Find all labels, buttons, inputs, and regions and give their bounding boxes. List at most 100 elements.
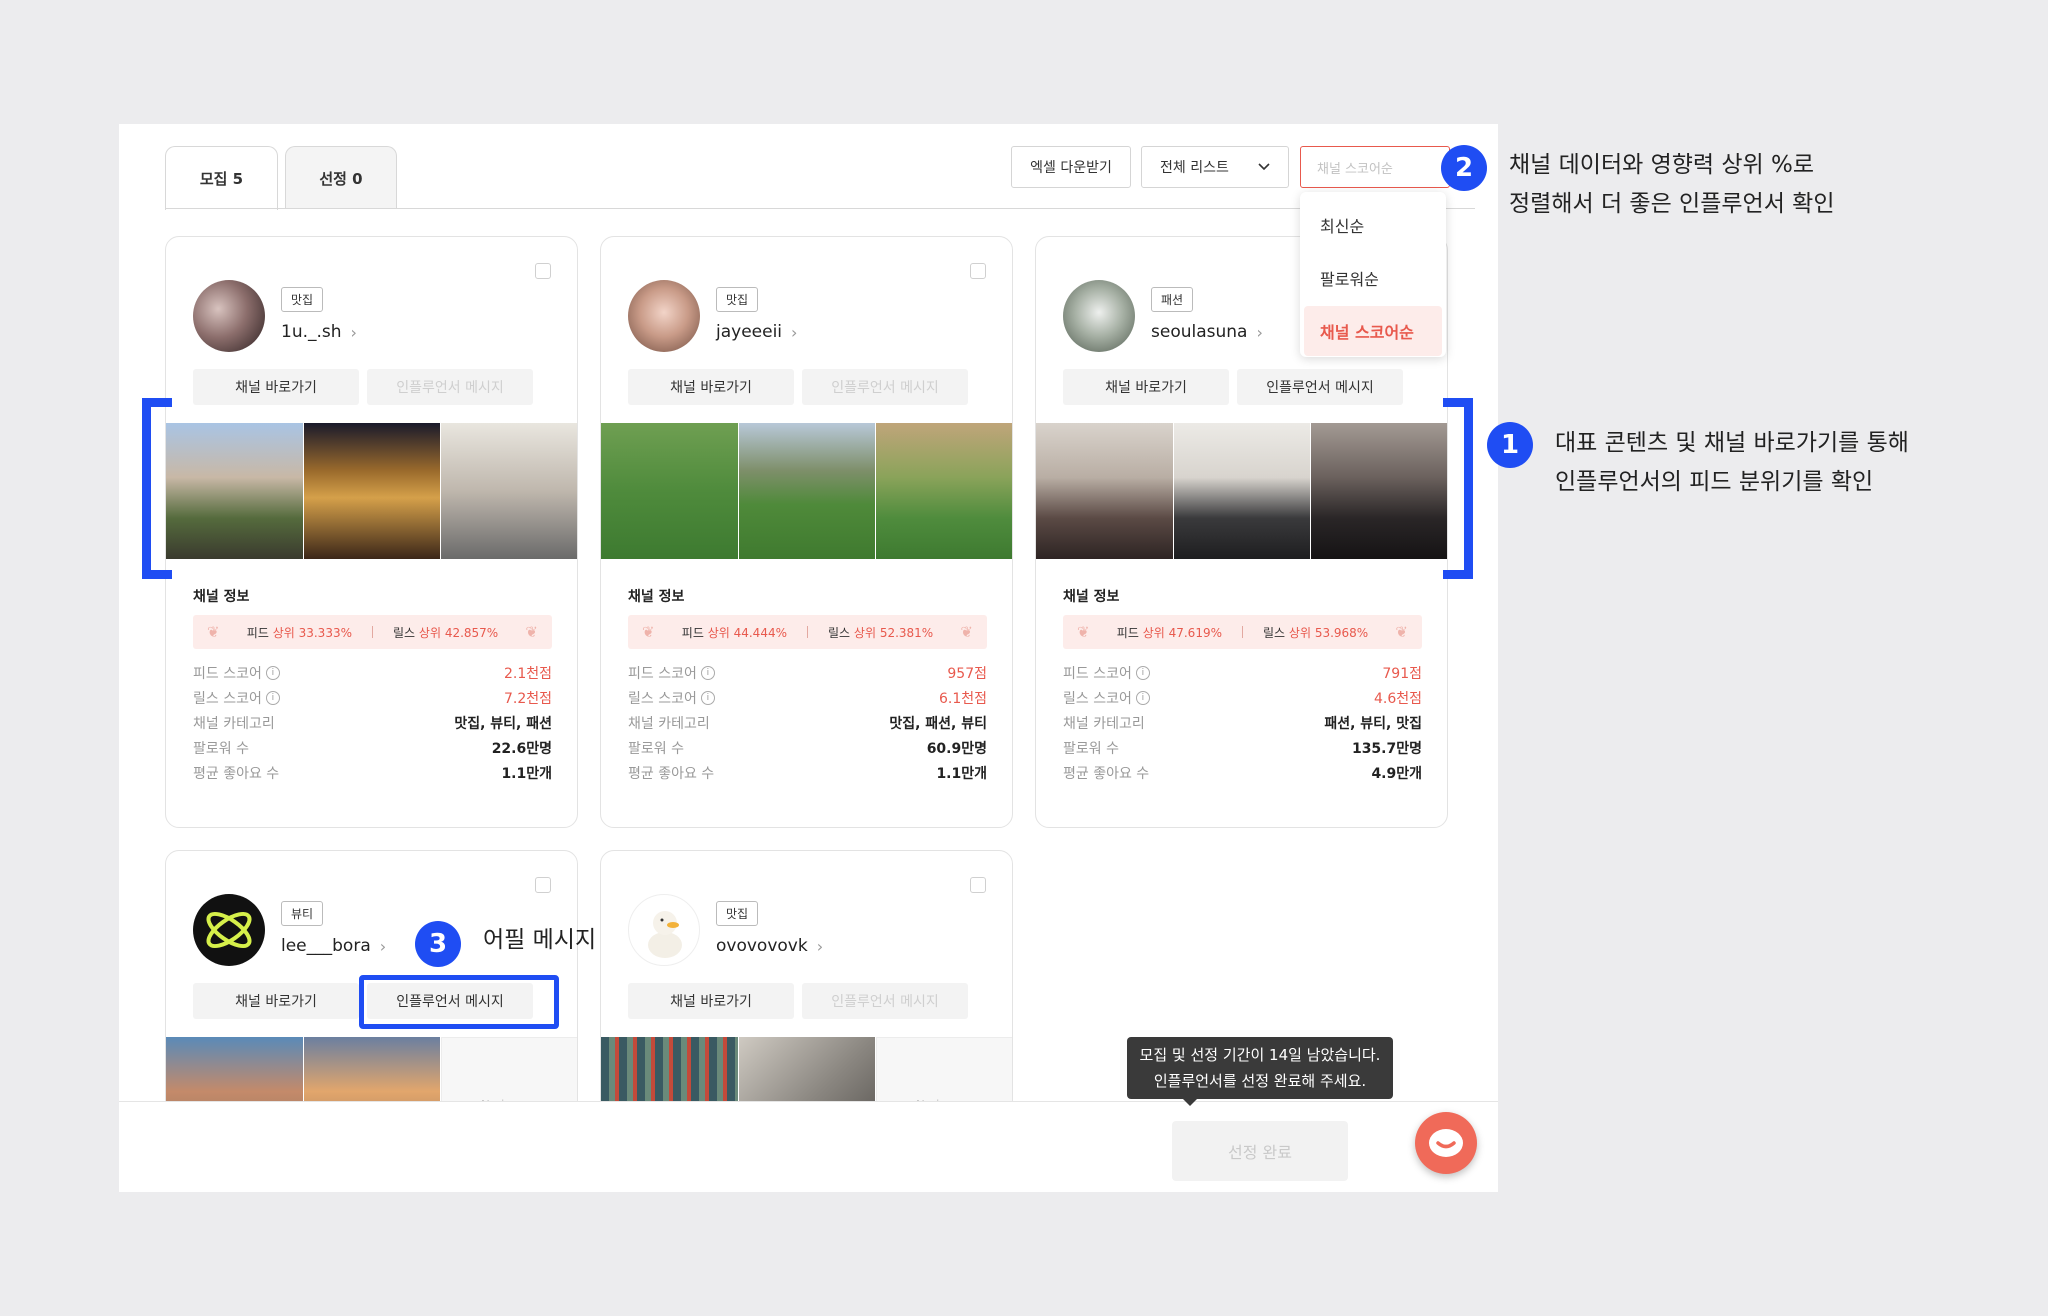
info-icon[interactable]: i bbox=[1135, 690, 1150, 705]
sort-option-latest[interactable]: 최신순 bbox=[1304, 200, 1442, 250]
content-thumbnail[interactable] bbox=[601, 423, 738, 559]
annotation-3-text: 어필 메시지 bbox=[483, 927, 597, 953]
content-thumbnail[interactable] bbox=[1311, 423, 1447, 559]
info-icon[interactable]: i bbox=[265, 690, 280, 705]
influencer-message-button[interactable]: 인플루언서 메시지 bbox=[1237, 369, 1403, 405]
channel-info-title: 채널 정보 bbox=[193, 589, 250, 605]
annotation-2-badge: 2 bbox=[1441, 145, 1487, 191]
stat-row: 피드 스코어 i 791점 bbox=[1063, 665, 1422, 682]
channel-go-button[interactable]: 채널 바로가기 bbox=[193, 983, 359, 1019]
content-thumbnails bbox=[166, 423, 577, 559]
sort-select[interactable]: 채널 스코어순 bbox=[1300, 146, 1450, 188]
sort-dropdown-menu: 최신순 팔로워순 채널 스코어순 bbox=[1300, 192, 1446, 357]
influencer-message-button[interactable]: 인플루언서 메시지 bbox=[802, 369, 968, 405]
stat-row: 릴스 스코어 i 6.1천점 bbox=[628, 690, 987, 707]
stat-row: 채널 카테고리 패션, 뷰티, 맛집 bbox=[1063, 715, 1422, 732]
influencer-message-button[interactable]: 인플루언서 메시지 bbox=[367, 369, 533, 405]
info-icon[interactable]: i bbox=[700, 665, 715, 680]
sort-option-followers[interactable]: 팔로워순 bbox=[1304, 253, 1442, 303]
complete-selection-button[interactable]: 선정 완료 bbox=[1172, 1121, 1348, 1181]
annotation-3-badge: 3 bbox=[415, 921, 461, 967]
influencer-handle[interactable]: lee___bora › bbox=[281, 936, 386, 956]
content-thumbnail[interactable] bbox=[738, 423, 876, 559]
stat-row: 피드 스코어 i 957점 bbox=[628, 665, 987, 682]
annotation-1-text: 대표 콘텐츠 및 채널 바로가기를 통해 인플루언서의 피드 분위기를 확인 bbox=[1555, 430, 1909, 495]
avatar bbox=[193, 894, 265, 966]
laurel-right-icon: ❦ bbox=[525, 623, 538, 641]
stat-row: 팔로워 수 22.6만명 bbox=[193, 740, 552, 757]
tab-recruit[interactable]: 모집 5 bbox=[165, 146, 278, 210]
select-checkbox[interactable] bbox=[535, 877, 551, 893]
laurel-left-icon: ❦ bbox=[207, 623, 220, 641]
channel-go-button[interactable]: 채널 바로가기 bbox=[628, 983, 794, 1019]
category-tag: 맛집 bbox=[716, 901, 759, 926]
sort-option-channel-score[interactable]: 채널 스코어순 bbox=[1304, 306, 1442, 356]
list-filter-select[interactable]: 전체 리스트 bbox=[1141, 146, 1289, 188]
info-icon[interactable]: i bbox=[700, 690, 715, 705]
divider bbox=[807, 626, 808, 638]
rank-summary: ❦ 피드 상위 47.619% 릴스 상위 53.968% ❦ bbox=[1063, 615, 1422, 649]
content-thumbnails bbox=[1036, 423, 1447, 559]
chevron-down-icon bbox=[1258, 163, 1270, 171]
content-thumbnails bbox=[601, 423, 1012, 559]
channel-go-button[interactable]: 채널 바로가기 bbox=[628, 369, 794, 405]
select-checkbox[interactable] bbox=[970, 263, 986, 279]
annotation-bracket-left bbox=[142, 398, 172, 579]
stat-row: 평균 좋아요 수 1.1만개 bbox=[628, 765, 987, 782]
select-checkbox[interactable] bbox=[970, 877, 986, 893]
stat-row: 평균 좋아요 수 4.9만개 bbox=[1063, 765, 1422, 782]
content-thumbnail[interactable] bbox=[303, 423, 441, 559]
influencer-card: 맛집 1u._.sh › 채널 바로가기 인플루언서 메시지 채널 정보 ❦ 피드… bbox=[165, 236, 578, 828]
select-checkbox[interactable] bbox=[535, 263, 551, 279]
laurel-left-icon: ❦ bbox=[642, 623, 655, 641]
app-window: 모집 5 선정 0 엑셀 다운받기 전체 리스트 채널 스코어순 맛집 1u._… bbox=[119, 124, 1498, 1192]
tab-divider bbox=[165, 208, 1475, 209]
content-thumbnail[interactable] bbox=[166, 423, 303, 559]
influencer-message-button[interactable]: 인플루언서 메시지 bbox=[802, 983, 968, 1019]
chevron-right-icon: › bbox=[1256, 322, 1263, 342]
divider bbox=[372, 626, 373, 638]
annotation-1-badge: 1 bbox=[1487, 422, 1533, 468]
chevron-right-icon: › bbox=[816, 936, 824, 956]
rank-summary: ❦ 피드 상위 44.444% 릴스 상위 52.381% ❦ bbox=[628, 615, 987, 649]
stat-row: 릴스 스코어 i 7.2천점 bbox=[193, 690, 552, 707]
chevron-right-icon: › bbox=[791, 322, 798, 342]
influencer-handle[interactable]: 1u._.sh › bbox=[281, 322, 357, 342]
chevron-right-icon: › bbox=[379, 936, 387, 956]
category-tag: 맛집 bbox=[281, 287, 324, 312]
chevron-right-icon: › bbox=[350, 322, 357, 342]
stat-row: 평균 좋아요 수 1.1만개 bbox=[193, 765, 552, 782]
stat-row: 채널 카테고리 맛집, 패션, 뷰티 bbox=[628, 715, 987, 732]
avatar bbox=[193, 280, 265, 352]
category-tag: 맛집 bbox=[716, 287, 759, 312]
rank-summary: ❦ 피드 상위 33.333% 릴스 상위 42.857% ❦ bbox=[193, 615, 552, 649]
brand-logo-icon bbox=[206, 911, 252, 949]
channel-info-title: 채널 정보 bbox=[628, 589, 685, 605]
annotation-bracket-right bbox=[1443, 398, 1473, 579]
content-thumbnail[interactable] bbox=[1036, 423, 1173, 559]
influencer-handle[interactable]: ovovovovk › bbox=[716, 936, 823, 956]
chat-icon bbox=[1429, 1129, 1463, 1157]
info-icon[interactable]: i bbox=[265, 665, 280, 680]
channel-info-title: 채널 정보 bbox=[1063, 589, 1120, 605]
laurel-right-icon: ❦ bbox=[960, 623, 973, 641]
avatar bbox=[628, 894, 700, 966]
avatar bbox=[1063, 280, 1135, 352]
influencer-handle[interactable]: seoulasuna › bbox=[1151, 322, 1263, 342]
influencer-handle[interactable]: jayeeeii › bbox=[716, 322, 797, 342]
info-icon[interactable]: i bbox=[1135, 665, 1150, 680]
excel-download-button[interactable]: 엑셀 다운받기 bbox=[1011, 146, 1131, 188]
stat-row: 릴스 스코어 i 4.6천점 bbox=[1063, 690, 1422, 707]
content-thumbnail[interactable] bbox=[876, 423, 1012, 559]
category-tag: 뷰티 bbox=[281, 901, 324, 926]
channel-go-button[interactable]: 채널 바로가기 bbox=[193, 369, 359, 405]
content-thumbnail[interactable] bbox=[441, 423, 577, 559]
avatar bbox=[628, 280, 700, 352]
tab-selected[interactable]: 선정 0 bbox=[285, 146, 397, 209]
stat-row: 팔로워 수 60.9만명 bbox=[628, 740, 987, 757]
channel-go-button[interactable]: 채널 바로가기 bbox=[1063, 369, 1229, 405]
stat-row: 팔로워 수 135.7만명 bbox=[1063, 740, 1422, 757]
content-thumbnail[interactable] bbox=[1173, 423, 1311, 559]
chat-button[interactable] bbox=[1415, 1112, 1477, 1174]
laurel-right-icon: ❦ bbox=[1395, 623, 1408, 641]
